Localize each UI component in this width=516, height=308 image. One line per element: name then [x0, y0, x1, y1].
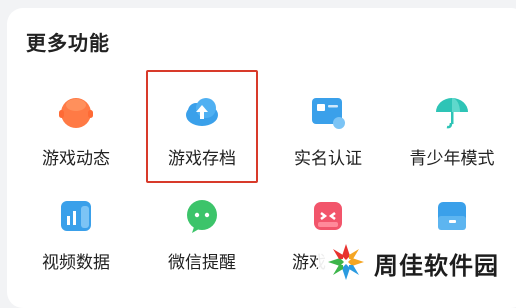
wechat-icon	[182, 196, 222, 236]
feature-label: 实名认证	[294, 149, 362, 169]
feature-game-news[interactable]: 游戏动态	[16, 92, 136, 192]
video-data-icon	[56, 196, 96, 236]
watermark: 周佳软件园	[318, 236, 516, 288]
game-news-icon	[56, 92, 96, 132]
watermark-text: 周佳软件园	[374, 252, 499, 280]
id-card-icon	[308, 92, 348, 132]
feature-wechat-remind[interactable]: 微信提醒	[142, 196, 262, 296]
highlight-box	[146, 70, 258, 183]
gamepad-icon	[308, 196, 348, 236]
section-title: 更多功能	[26, 31, 110, 55]
box-icon	[432, 196, 472, 236]
feature-label: 视频数据	[42, 253, 110, 273]
watermark-logo-icon	[324, 240, 368, 284]
feature-label: 微信提醒	[168, 253, 236, 273]
umbrella-icon	[432, 92, 472, 132]
feature-real-name[interactable]: 实名认证	[268, 92, 388, 192]
feature-label: 青少年模式	[409, 149, 495, 169]
feature-teen-mode[interactable]: 青少年模式	[392, 92, 512, 192]
feature-video-data[interactable]: 视频数据	[16, 196, 136, 296]
feature-label: 游戏动态	[42, 149, 110, 169]
